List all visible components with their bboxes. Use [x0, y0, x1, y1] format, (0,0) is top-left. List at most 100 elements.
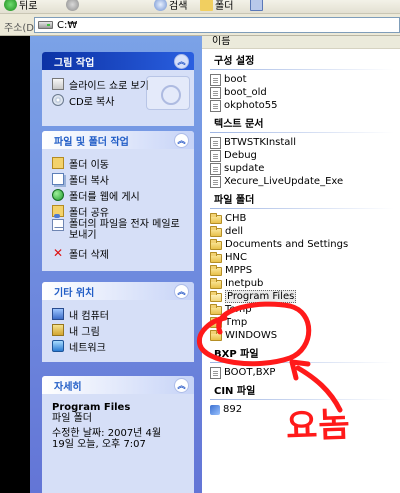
task-move-folder[interactable]: 폴더 이동 — [52, 155, 190, 171]
collapse-chevron-icon[interactable]: ︽ — [174, 53, 189, 69]
place-my-pictures[interactable]: 내 그림 — [52, 322, 190, 338]
task-publish-web[interactable]: 폴더를 웹에 게시 — [52, 187, 190, 203]
open-folder-icon — [210, 291, 222, 302]
picture-tasks-panel: 그림 작업 ︽ 슬라이드 쇼로 보기 CD로 복사 — [42, 52, 194, 126]
text-file-icon — [210, 136, 221, 149]
left-frame — [0, 36, 30, 493]
group-header: 텍스트 문서 — [214, 119, 264, 130]
folder-icon — [210, 252, 222, 263]
other-places-panel: 기타 위치 ︽ 내 컴퓨터 내 그림 네트워크 — [42, 282, 194, 362]
list-item-selected[interactable]: Program Files — [202, 290, 400, 303]
list-item[interactable]: dell — [202, 225, 400, 238]
list-item[interactable]: Inetpub — [202, 277, 400, 290]
text-file-icon — [210, 149, 221, 162]
collapse-chevron-icon[interactable]: ︽ — [174, 377, 189, 393]
folder-icon — [210, 330, 222, 341]
folder-icon — [210, 239, 222, 250]
task-copy-folder[interactable]: 폴더 복사 — [52, 171, 190, 187]
config-file-icon — [210, 99, 221, 112]
list-item[interactable]: CHB — [202, 212, 400, 225]
file-folder-tasks-panel: 파일 및 폴더 작업 ︽ 폴더 이동 폴더 복사 폴더를 웹에 게시 폴더 공유 — [42, 131, 194, 271]
folder-icon — [210, 265, 222, 276]
address-bar: 주소(D) C:₩ — [0, 14, 400, 36]
share-folder-icon — [52, 205, 64, 218]
config-file-icon — [210, 73, 221, 86]
list-item[interactable]: Documents and Settings — [202, 238, 400, 251]
panel-title: 그림 작업 — [54, 57, 95, 69]
address-value: C:₩ — [57, 19, 78, 31]
config-file-icon — [210, 86, 221, 99]
back-arrow-icon — [4, 0, 17, 11]
delete-x-icon: ✕ — [52, 246, 64, 260]
address-input[interactable]: C:₩ — [34, 17, 400, 33]
details-name: Program Files — [52, 402, 131, 413]
network-icon — [52, 340, 64, 352]
column-header-name[interactable]: 이름 — [202, 36, 400, 49]
cin-file-icon — [210, 404, 220, 415]
task-pane: 그림 작업 ︽ 슬라이드 쇼로 보기 CD로 복사 파일 및 폴더 작업 ︽ 폴… — [30, 36, 202, 493]
list-item[interactable]: Temp — [202, 303, 400, 316]
text-file-icon — [210, 162, 221, 175]
back-button[interactable]: 뒤로 — [4, 0, 37, 12]
task-delete-folder[interactable]: ✕ 폴더 삭제 — [52, 245, 190, 261]
copy-folder-icon — [52, 173, 64, 185]
folder-icon — [210, 278, 222, 289]
views-button[interactable] — [250, 0, 263, 12]
list-item[interactable]: WINDOWS — [202, 329, 400, 342]
list-item[interactable]: Xecure_LiveUpdate_Exe — [202, 175, 400, 188]
file-folder-tasks-header[interactable]: 파일 및 폴더 작업 ︽ — [42, 131, 194, 149]
search-button[interactable]: 검색 — [154, 0, 187, 12]
task-share-folder[interactable]: 폴더 공유 — [52, 203, 190, 219]
collapse-chevron-icon[interactable]: ︽ — [174, 283, 189, 299]
list-item[interactable]: boot_old — [202, 86, 400, 99]
list-item[interactable]: BTWSTKInstall — [202, 136, 400, 149]
list-item[interactable]: Tmp — [202, 316, 400, 329]
text-file-icon — [210, 175, 221, 188]
list-item[interactable]: HNC — [202, 251, 400, 264]
group-header: BXP 파일 — [214, 349, 259, 360]
details-panel: 자세히 ︽ Program Files 파일 폴더 수정한 날짜: 2007년 … — [42, 376, 194, 493]
collapse-chevron-icon[interactable]: ︽ — [174, 132, 189, 148]
group-header: CIN 파일 — [214, 386, 256, 397]
group-header: 파일 폴더 — [214, 195, 255, 206]
list-item[interactable]: MPPS — [202, 264, 400, 277]
list-item[interactable]: supdate — [202, 162, 400, 175]
photo-watermark-icon — [146, 76, 190, 110]
folder-icon — [210, 226, 222, 237]
folder-icon — [200, 0, 213, 11]
group-header: 구성 설정 — [214, 56, 255, 67]
search-icon — [154, 0, 167, 11]
details-type: 파일 폴더 — [52, 413, 92, 424]
list-item[interactable]: okphoto55 — [202, 99, 400, 112]
place-network[interactable]: 네트워크 — [52, 338, 190, 354]
globe-icon — [52, 189, 64, 201]
folders-button[interactable]: 폴더 — [200, 0, 233, 12]
list-item[interactable]: BOOT,BXP — [202, 366, 400, 379]
details-header[interactable]: 자세히 ︽ — [42, 376, 194, 394]
forward-button[interactable] — [66, 0, 79, 12]
views-grid-icon — [250, 0, 263, 11]
folder-icon — [210, 213, 222, 224]
my-computer-icon — [52, 308, 64, 320]
picture-tasks-header[interactable]: 그림 작업 ︽ — [42, 52, 194, 70]
move-folder-icon — [52, 157, 64, 169]
forward-arrow-icon — [66, 0, 79, 11]
place-my-computer[interactable]: 내 컴퓨터 — [52, 306, 190, 322]
details-modified: 수정한 날짜: 2007년 4월 19일 오늘, 오후 7:07 — [52, 428, 162, 450]
email-icon — [52, 219, 64, 231]
list-item[interactable]: boot — [202, 73, 400, 86]
annotation-text: 요놈 — [285, 404, 352, 448]
bxp-file-icon — [210, 366, 221, 379]
panel-title: 자세히 — [54, 381, 82, 393]
folder-icon — [210, 317, 222, 328]
other-places-header[interactable]: 기타 위치 ︽ — [42, 282, 194, 300]
drive-icon — [38, 21, 53, 29]
cd-icon — [52, 94, 64, 106]
panel-title: 파일 및 폴더 작업 — [54, 136, 129, 148]
panel-title: 기타 위치 — [54, 287, 95, 299]
task-email-files[interactable]: 폴더의 파일을 전자 메일로 보내기 — [52, 219, 190, 245]
list-item[interactable]: Debug — [202, 149, 400, 162]
folder-icon — [210, 304, 222, 315]
address-label: 주소(D) — [4, 23, 38, 34]
my-pictures-icon — [52, 324, 64, 336]
